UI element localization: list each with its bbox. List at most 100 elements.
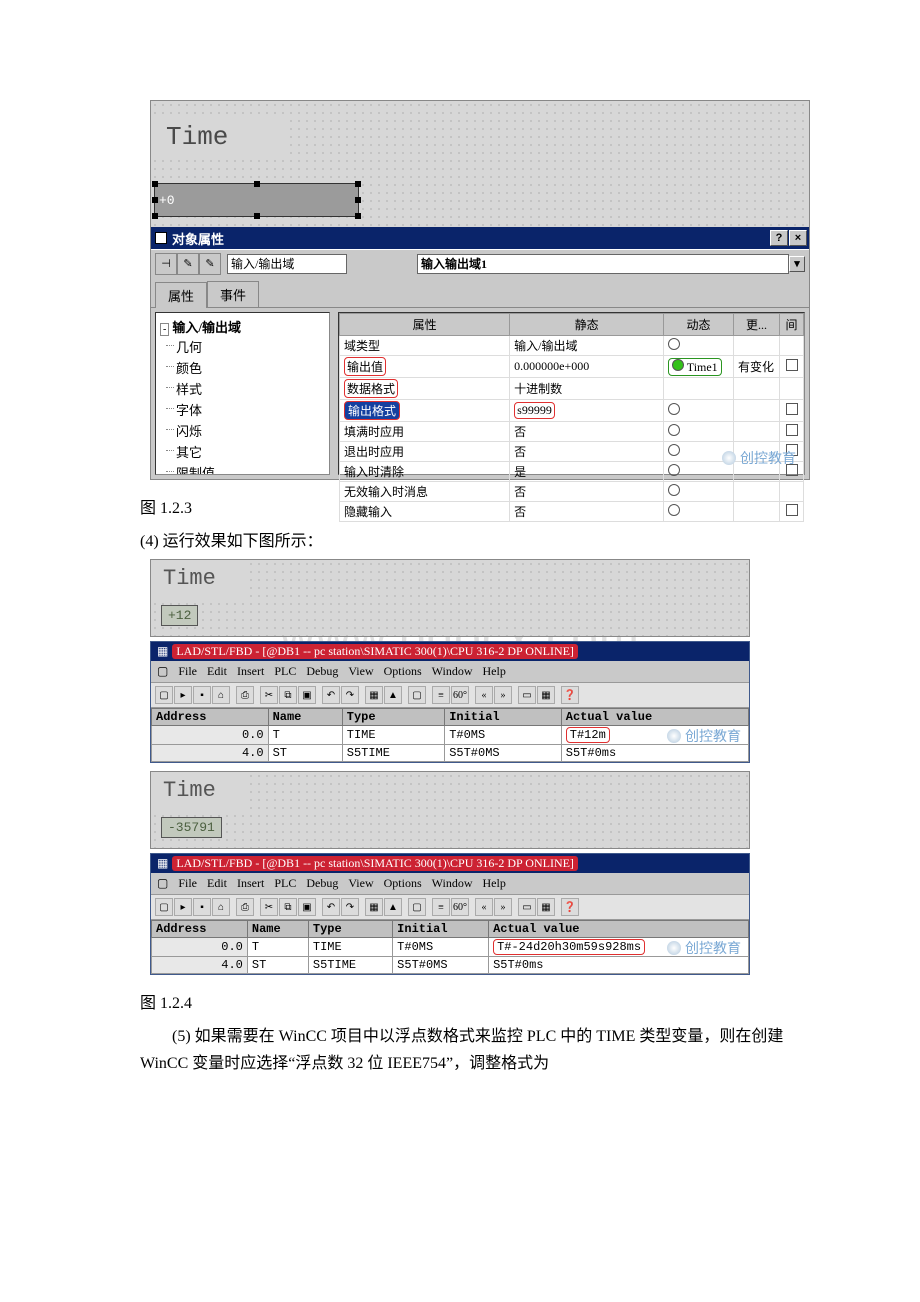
toolbar-icon[interactable]: ▪ — [193, 686, 211, 704]
property-row[interactable]: 数据格式十进制数 — [340, 378, 804, 400]
toolbar-icon[interactable]: ≡ — [432, 686, 450, 704]
toolbar-icon[interactable]: ▸ — [174, 898, 192, 916]
toolbar-icon[interactable]: 60° — [451, 686, 469, 704]
lad-menubar-a[interactable]: ▢FileEditInsertPLCDebugViewOptionsWindow… — [151, 661, 749, 683]
toolbar-icon[interactable]: « — [475, 898, 493, 916]
toolbar-icon[interactable]: ⎙ — [236, 686, 254, 704]
lad-menubar-b[interactable]: ▢FileEditInsertPLCDebugViewOptionsWindow… — [151, 873, 749, 895]
help-button[interactable]: ? — [770, 230, 788, 246]
menu-item[interactable]: View — [348, 664, 373, 679]
col-header: Initial — [445, 709, 562, 726]
menu-item[interactable]: Window — [432, 664, 473, 679]
menu-item[interactable]: View — [348, 876, 373, 891]
toolbar-icon[interactable]: ▸ — [174, 686, 192, 704]
toolbar-icon[interactable]: 60° — [451, 898, 469, 916]
menu-item[interactable]: Edit — [207, 876, 227, 891]
db-table-b: AddressNameTypeInitialActual value 0.0TT… — [151, 920, 749, 974]
toolbar-icon[interactable]: ▢ — [155, 686, 173, 704]
property-row[interactable]: 输出值0.000000e+000 Time1有变化 — [340, 356, 804, 378]
toolbar-icon[interactable]: ❓ — [561, 898, 579, 916]
tab-events[interactable]: 事件 — [207, 281, 259, 307]
toolbar-icon[interactable]: « — [475, 686, 493, 704]
toolbar-icon[interactable]: ⧉ — [279, 898, 297, 916]
brush2-icon[interactable]: ✎ — [199, 253, 221, 275]
watermark-logo-b: 创控教育 — [667, 938, 741, 958]
titlebar-icon — [155, 232, 167, 244]
tree-item[interactable]: 闪烁 — [176, 420, 325, 441]
menu-item[interactable]: Window — [432, 876, 473, 891]
table-row[interactable]: 0.0TTIMET#0MST#-24d20h30m59s928ms — [152, 938, 749, 957]
paragraph-5: (5) 如果需要在 WinCC 项目中以浮点数格式来监控 PLC 中的 TIME… — [140, 1023, 830, 1077]
toolbar-icon[interactable]: ↶ — [322, 898, 340, 916]
tree-item[interactable]: 样式 — [176, 378, 325, 399]
toolbar-icon[interactable]: ▦ — [537, 686, 555, 704]
toolbar-icon[interactable]: ⌂ — [212, 686, 230, 704]
tree-item[interactable]: 几何 — [176, 336, 325, 357]
tree-item[interactable]: 颜色 — [176, 357, 325, 378]
toolbar-icon[interactable]: ▭ — [518, 898, 536, 916]
menu-item[interactable]: Debug — [306, 664, 338, 679]
menu-item[interactable]: PLC — [274, 876, 296, 891]
tree-item[interactable]: 字体 — [176, 399, 325, 420]
table-row[interactable]: 0.0TTIMET#0MST#12m — [152, 726, 749, 745]
property-row[interactable]: 域类型输入/输出域 — [340, 336, 804, 356]
toolbar-icon[interactable]: ⎙ — [236, 898, 254, 916]
toolbar-icon[interactable]: ▢ — [408, 686, 426, 704]
menu-item[interactable]: Options — [384, 876, 422, 891]
tree-item[interactable]: 限制值 — [176, 462, 325, 475]
lad-app-icon: ▦ — [157, 856, 168, 871]
toolbar-icon[interactable]: ▣ — [298, 686, 316, 704]
menu-item[interactable]: Help — [483, 876, 506, 891]
toolbar-icon[interactable]: ▢ — [155, 898, 173, 916]
toolbar-icon[interactable]: ▲ — [384, 686, 402, 704]
menu-item[interactable]: Edit — [207, 664, 227, 679]
toolbar-icon[interactable]: ▪ — [193, 898, 211, 916]
pin-icon[interactable]: ⊣ — [155, 253, 177, 275]
menu-item[interactable]: Debug — [306, 876, 338, 891]
toolbar-icon[interactable]: ↷ — [341, 898, 359, 916]
runtime-panel-b: Time -35791 — [150, 771, 750, 849]
toolbar-icon[interactable]: » — [494, 686, 512, 704]
toolbar-icon[interactable]: ≡ — [432, 898, 450, 916]
close-button[interactable]: × — [789, 230, 807, 246]
menu-item[interactable]: Help — [483, 664, 506, 679]
toolbar-icon[interactable]: ⧉ — [279, 686, 297, 704]
toolbar-icon[interactable]: ↷ — [341, 686, 359, 704]
toolbar-icon[interactable]: ⌂ — [212, 898, 230, 916]
toolbar-icon[interactable]: ▦ — [365, 898, 383, 916]
time-value-a: +12 — [161, 605, 198, 626]
toolbar-icon[interactable]: ✂ — [260, 686, 278, 704]
toolbar-icon[interactable]: » — [494, 898, 512, 916]
toolbar-icon[interactable]: ▦ — [537, 898, 555, 916]
toolbar-icon[interactable]: ✂ — [260, 898, 278, 916]
lad-toolbar-b[interactable]: ▢▸▪⌂⎙✂⧉▣↶↷▦▲▢≡60°«»▭▦❓ — [151, 895, 749, 920]
toolbar-icon[interactable]: ▭ — [518, 686, 536, 704]
brush1-icon[interactable]: ✎ — [177, 253, 199, 275]
object-name-field[interactable]: 输入输出域1 — [417, 254, 789, 274]
property-row[interactable]: 输出格式s99999 — [340, 400, 804, 422]
menu-item[interactable]: File — [178, 876, 197, 891]
menu-item[interactable]: PLC — [274, 664, 296, 679]
toolbar-icon[interactable]: ▦ — [365, 686, 383, 704]
toolbar-icon[interactable]: ▲ — [384, 898, 402, 916]
tab-properties[interactable]: 属性 — [155, 282, 207, 308]
toolbar-icon[interactable]: ❓ — [561, 686, 579, 704]
property-row[interactable]: 隐藏输入否 — [340, 502, 804, 522]
menu-item[interactable]: Insert — [237, 664, 264, 679]
dropdown-icon[interactable]: ▾ — [789, 256, 805, 272]
menu-item[interactable]: File — [178, 664, 197, 679]
table-row[interactable]: 4.0STS5TIMES5T#0MSS5T#0ms — [152, 745, 749, 762]
property-row[interactable]: 填满时应用否 — [340, 422, 804, 442]
toolbar-icon[interactable]: ▣ — [298, 898, 316, 916]
menu-item[interactable]: Options — [384, 664, 422, 679]
tree-item[interactable]: 其它 — [176, 441, 325, 462]
tree-root[interactable]: 输入/输出域 — [172, 320, 241, 335]
toolbar-icon[interactable]: ▢ — [408, 898, 426, 916]
property-tree[interactable]: -输入/输出域 几何颜色样式字体闪烁其它限制值输出/输入 — [155, 312, 330, 475]
toolbar-icon[interactable]: ↶ — [322, 686, 340, 704]
menu-item[interactable]: Insert — [237, 876, 264, 891]
io-field[interactable]: +0 — [154, 183, 359, 217]
lad-toolbar-a[interactable]: ▢▸▪⌂⎙✂⧉▣↶↷▦▲▢≡60°«»▭▦❓ — [151, 683, 749, 708]
property-row[interactable]: 无效输入时消息否 — [340, 482, 804, 502]
table-row[interactable]: 4.0STS5TIMES5T#0MSS5T#0ms — [152, 957, 749, 974]
